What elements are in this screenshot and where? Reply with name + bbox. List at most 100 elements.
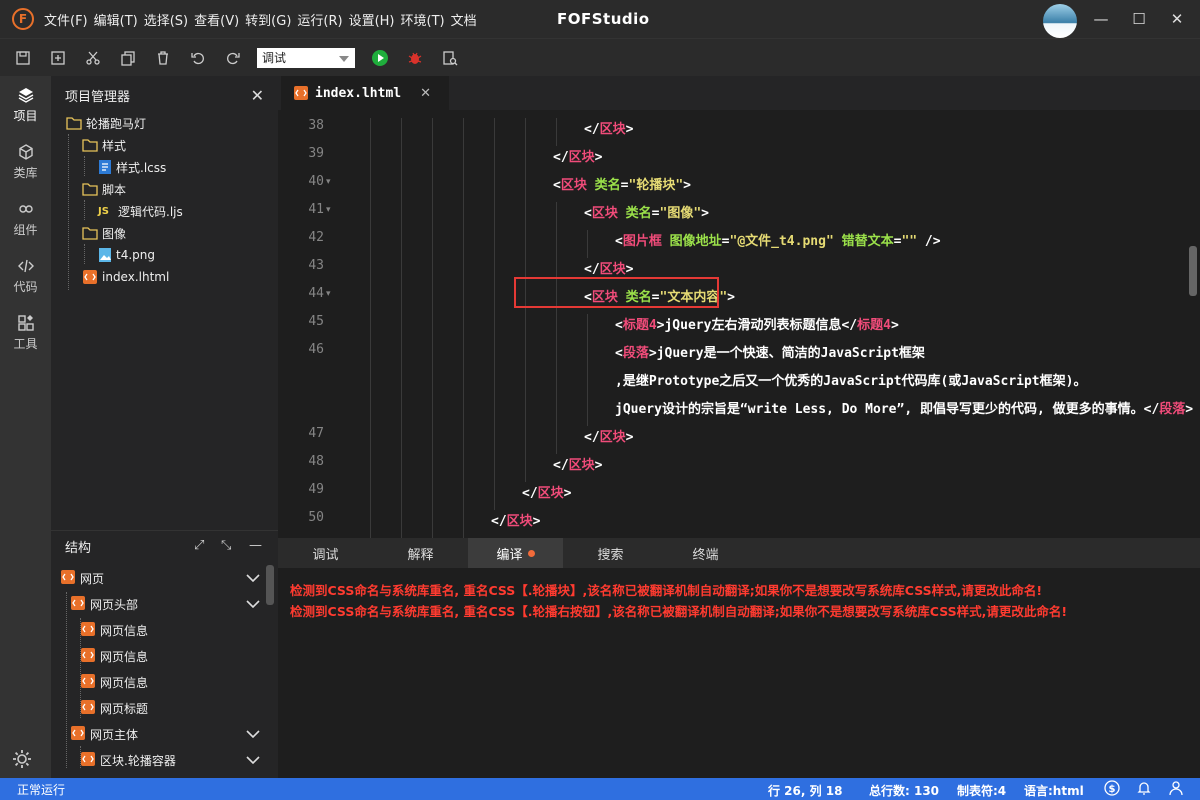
menu-goto[interactable]: 转到(G) [245,10,291,29]
cut-icon[interactable] [82,47,104,69]
activity-components[interactable]: 组件 [0,190,51,247]
delete-icon[interactable] [152,47,174,69]
activity-library[interactable]: 类库 [0,133,51,190]
minimize-panel-icon[interactable]: — [249,538,262,553]
code-editor[interactable]: 38 </区块> 39 </区块> 40 ▾ <区块 类名="轮播块"> 41 ▾ <区块 类名=… [278,110,1200,538]
code-line[interactable]: <标题4>jQuery左右滑动列表标题信息</标题4> [615,314,899,333]
fold-chevron-icon[interactable]: ▾ [326,205,331,215]
menu-file[interactable]: 文件(F) [44,10,88,29]
code-line[interactable]: </区块> [584,426,634,445]
indent-guide [370,314,371,342]
status-tab-size[interactable]: 制表符:4 [957,782,1006,799]
menu-settings[interactable]: 设置(H) [349,10,395,29]
tree-item-style-file[interactable]: 样式.lcss [98,157,166,177]
tree-item-js-file[interactable]: JS 逻辑代码.ljs [98,201,183,221]
code-line[interactable]: </区块> [522,482,572,501]
structure-item-page-header[interactable]: 网页头部 [70,592,265,616]
status-language[interactable]: 语言:html [1024,782,1084,799]
code-line[interactable]: </区块> [584,258,634,277]
bell-icon[interactable] [1136,780,1152,799]
activity-code[interactable]: 代码 [0,247,51,304]
structure-item-page-body[interactable]: 网页主体 [70,722,265,746]
run-icon[interactable] [369,47,391,69]
indent-guide [587,314,588,342]
code-line[interactable]: ,是继Prototype之后又一个优秀的JavaScript代码库(或JavaS… [615,370,1086,389]
menu-view[interactable]: 查看(V) [194,10,239,29]
folder-icon [82,138,98,152]
structure-item-carousel-container[interactable]: 区块.轮播容器 [80,748,265,772]
tab-terminal[interactable]: 终端 [658,538,753,568]
indent-guide [556,342,557,370]
menu-environment[interactable]: 环境(T) [401,10,445,29]
close-icon[interactable]: ✕ [251,86,264,105]
code-line[interactable]: <图片框 图像地址="@文件_t4.png" 错替文本="" /> [615,230,941,249]
tree-item-image-file[interactable]: t4.png [98,245,155,265]
code-line[interactable]: <区块 类名="图像"> [584,202,709,221]
tree-item-images-folder[interactable]: 图像 [82,223,126,243]
tree-item-label: 图像 [102,226,127,241]
tree-item-label: t4.png [116,248,155,262]
activity-project[interactable]: 项目 [0,76,51,133]
code-line[interactable]: </区块> [553,146,603,165]
close-button[interactable]: ✕ [1166,8,1188,30]
tab-index-lhtml[interactable]: index.lhtml ✕ [281,76,449,110]
structure-item-page[interactable]: 网页 [60,566,265,590]
undo-icon[interactable] [187,47,209,69]
search-file-icon[interactable] [439,47,461,69]
code-line[interactable]: </区块> [553,454,603,473]
close-tab-icon[interactable]: ✕ [420,86,431,101]
maximize-button[interactable]: ☐ [1128,8,1150,30]
dollar-icon[interactable]: $ [1104,780,1120,799]
code-line[interactable]: <段落>jQuery是一个快速、简洁的JavaScript框架 [615,342,925,361]
expand-icon[interactable]: ⤢ [194,538,204,553]
code-line[interactable]: <区块 类名="轮播块"> [553,174,691,193]
menu-edit[interactable]: 编辑(T) [94,10,138,29]
structure-item-page-info[interactable]: 网页信息 [80,618,148,642]
mode-select[interactable]: 调试 [257,47,355,68]
indent-guide [401,230,402,258]
editor-scrollbar[interactable] [1189,246,1197,296]
fold-chevron-icon[interactable]: ▾ [326,177,331,187]
structure-scrollbar[interactable] [266,565,274,605]
tree-item-styles-folder[interactable]: 样式 [82,135,126,155]
minimize-button[interactable]: — [1090,8,1112,30]
logo-letter: F [18,12,28,26]
redo-icon[interactable] [222,47,244,69]
tab-interpret[interactable]: 解释 [373,538,468,568]
copy-icon[interactable] [117,47,139,69]
menu-docs[interactable]: 文档 [451,10,477,29]
tab-compile[interactable]: 编译 [468,538,563,568]
tree-item-root-folder[interactable]: 轮播跑马灯 [66,113,146,133]
tree-item-scripts-folder[interactable]: 脚本 [82,179,126,199]
user-icon[interactable] [1168,780,1184,799]
indent-guide [370,230,371,258]
tab-search[interactable]: 搜索 [563,538,658,568]
highlight-box [514,277,719,308]
activity-tools[interactable]: 工具 [0,304,51,361]
element-icon [80,621,96,640]
indent-guide [556,398,557,426]
indent-guide [463,146,464,174]
gear-icon[interactable] [11,748,33,774]
tab-debug[interactable]: 调试 [278,538,373,568]
new-file-icon[interactable] [47,47,69,69]
activity-library-label: 类库 [13,165,38,180]
fold-chevron-icon[interactable]: ▾ [326,289,331,299]
html-file-icon [293,85,309,101]
code-line[interactable]: </区块> [491,510,541,529]
menu-select[interactable]: 选择(S) [144,10,188,29]
structure-item-page-info[interactable]: 网页信息 [80,670,148,694]
menu-run[interactable]: 运行(R) [297,10,342,29]
status-position[interactable]: 行 26, 列 18 [768,782,843,799]
code-line[interactable]: jQuery设计的宗旨是“write Less, Do More”, 即倡导写更… [615,398,1193,417]
structure-item-page-info[interactable]: 网页信息 [80,644,148,668]
collapse-icon[interactable]: ⤡ [221,538,231,553]
structure-item-label: 网页信息 [100,649,149,664]
indent-guide [463,398,464,426]
avatar[interactable] [1043,4,1077,38]
structure-item-page-title[interactable]: 网页标题 [80,696,148,720]
tree-item-index-file[interactable]: index.lhtml [82,267,169,287]
save-icon[interactable] [12,47,34,69]
code-line[interactable]: </区块> [584,118,634,137]
debug-icon[interactable] [404,47,426,69]
